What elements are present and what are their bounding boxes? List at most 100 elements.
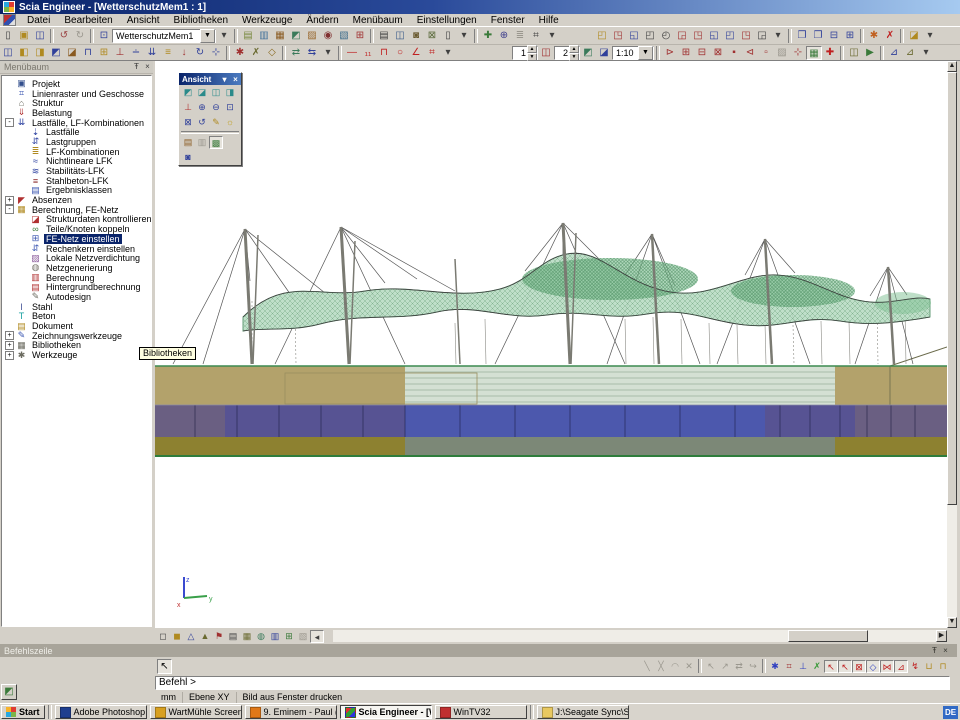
column-icon[interactable]: ◨ [32, 46, 48, 60]
polyline-mode-icon[interactable]: ╳ [654, 660, 668, 673]
light-icon[interactable]: ☼ [223, 116, 237, 129]
task-button-media-player[interactable]: 9. Eminem - Paul (Skit) - ... [245, 705, 337, 719]
calc-save-icon[interactable]: ◫ [846, 46, 862, 60]
tree-expander-icon[interactable]: - [5, 118, 14, 127]
clipboard-icon[interactable]: ▨ [304, 29, 320, 43]
view-more-icon[interactable]: ▾ [922, 29, 938, 43]
member-icon[interactable]: ◇ [264, 46, 280, 60]
tree-item-rechenkern-einstellen[interactable]: ⇵Rechenkern einstellen [2, 244, 151, 254]
mesh-edit-icon[interactable]: ⊟ [694, 46, 710, 60]
scroll-down-icon[interactable]: ▼ [947, 617, 957, 628]
tile-h-icon[interactable]: ❐ [810, 29, 826, 43]
view-frame-8-icon[interactable]: ◱ [706, 29, 722, 43]
selection-cursor-button[interactable]: ↖ [157, 659, 172, 674]
view-top-icon[interactable]: ◩ [181, 86, 195, 99]
scroll-left-mini-icon[interactable]: ◂ [310, 630, 324, 643]
tree-item-netzgenerierung[interactable]: ◍Netzgenerierung [2, 263, 151, 273]
tile-v-icon[interactable]: ⊟ [826, 29, 842, 43]
scroll-up-icon[interactable]: ▲ [947, 61, 957, 72]
menu-fenster[interactable]: Fenster [484, 14, 532, 27]
snap-arc-icon[interactable]: ↯ [908, 660, 922, 673]
arc-mode-icon[interactable]: ◠ [668, 660, 682, 673]
menu-ansicht[interactable]: Ansicht [120, 14, 167, 27]
snap-grid-icon[interactable]: ⌗ [782, 660, 796, 673]
view-frame-3-icon[interactable]: ◱ [626, 29, 642, 43]
check-more-icon[interactable]: ▾ [918, 46, 934, 60]
view-palette-header[interactable]: Ansicht ▾ × [179, 73, 241, 85]
view-frame-2-icon[interactable]: ◳ [610, 29, 626, 43]
start-button[interactable]: Start [1, 705, 45, 719]
undo-icon[interactable]: ↺ [56, 29, 72, 43]
project-window-icon[interactable]: ⊡ [96, 29, 112, 43]
new-view-icon[interactable]: ◪ [906, 29, 922, 43]
plane-indicator[interactable]: Ebene XY [183, 692, 237, 703]
rib-icon[interactable]: ⊓ [80, 46, 96, 60]
chevron-down-icon[interactable]: ▼ [638, 46, 653, 60]
layout-icon[interactable]: ⊞ [352, 29, 368, 43]
section-view-icon[interactable]: ▥ [268, 630, 282, 643]
point-c-icon[interactable]: ⇄ [732, 660, 746, 673]
snap-tol-icon[interactable]: ⊓ [936, 660, 950, 673]
draw-line-icon[interactable]: — [344, 46, 360, 60]
copy-props-icon[interactable]: ▤ [240, 29, 256, 43]
tree-item-lf-kombinationen[interactable]: ≣LF-Kombinationen [2, 147, 151, 157]
grid-gen-icon[interactable]: ⊞ [96, 46, 112, 60]
viewport-canvas[interactable]: z y x [155, 61, 947, 628]
menu-einstellungen[interactable]: Einstellungen [410, 14, 484, 27]
view-params-icon[interactable]: ◙ [181, 151, 195, 164]
combo-more-icon[interactable]: ▾ [216, 29, 232, 43]
show-supports-icon[interactable]: △ [184, 630, 198, 643]
swap-more-icon[interactable]: ▾ [320, 46, 336, 60]
task-button-folder[interactable]: J:\Seagate Sync\SyncRe... [537, 705, 629, 719]
document-icon[interactable]: ▯ [440, 29, 456, 43]
swap-b-icon[interactable]: ⇆ [304, 46, 320, 60]
close-icon[interactable]: × [230, 75, 241, 84]
view-frame-7-icon[interactable]: ◳ [690, 29, 706, 43]
draw-grid-icon[interactable]: ⌗ [424, 46, 440, 60]
show-mesh-icon[interactable]: ▦ [240, 630, 254, 643]
clean-icon[interactable]: ≣ [512, 29, 528, 43]
view-front-icon[interactable]: ◪ [195, 86, 209, 99]
layer-a-icon[interactable]: ◩ [580, 46, 596, 60]
vertical-scroll-thumb[interactable] [947, 72, 957, 505]
draw-angle-icon[interactable]: ∠ [408, 46, 424, 60]
copy-add-icon[interactable]: ▦ [272, 29, 288, 43]
show-labels-icon[interactable]: ⚑ [212, 630, 226, 643]
task-button-photoshop[interactable]: Adobe Photoshop CS3 E... [55, 705, 147, 719]
snap-ortho-icon[interactable]: ⊥ [796, 660, 810, 673]
task-button-wintv[interactable]: WinTV32 [435, 705, 527, 719]
line-load-icon[interactable]: ≡ [160, 46, 176, 60]
snapshot-icon[interactable]: ◙ [408, 29, 424, 43]
view-frame-10-icon[interactable]: ◳ [738, 29, 754, 43]
render-solid-icon[interactable]: ◼ [170, 630, 184, 643]
tree-expander-icon[interactable]: + [5, 196, 14, 205]
menu-bearbeiten[interactable]: Bearbeiten [57, 14, 119, 27]
close-icon[interactable]: × [142, 62, 153, 72]
support-icon[interactable]: ⊥ [112, 46, 128, 60]
preview-icon[interactable]: ◫ [392, 29, 408, 43]
tree-expander-icon[interactable]: + [5, 351, 14, 360]
draw-rect-icon[interactable]: ⊓ [376, 46, 392, 60]
render-wire-icon[interactable]: ◻ [156, 630, 170, 643]
tree-item-strukturdaten-kontrollieren[interactable]: ◪Strukturdaten kontrollieren [2, 215, 151, 225]
render-b-icon[interactable]: ▩ [209, 136, 223, 149]
line-mode-icon[interactable]: ╲ [640, 660, 654, 673]
snap-intersect-icon[interactable]: ⊠ [852, 660, 866, 673]
paste-props-icon[interactable]: ▥ [256, 29, 272, 43]
horizontal-scrollbar[interactable] [333, 630, 936, 642]
view-frame-4-icon[interactable]: ◰ [642, 29, 658, 43]
beam-icon[interactable]: ◧ [16, 46, 32, 60]
render-gray-icon[interactable]: ▥ [195, 136, 209, 149]
hinge-icon[interactable]: ∸ [128, 46, 144, 60]
spinner-arrows[interactable]: ▲▼ [527, 45, 537, 61]
point-a-icon[interactable]: ↖ [704, 660, 718, 673]
document-system-icon[interactable] [3, 14, 16, 26]
units-indicator[interactable]: mm [155, 692, 183, 703]
tree-item-nichtlineare-lfk[interactable]: ≈Nichtlineare LFK [2, 157, 151, 167]
language-indicator[interactable]: DE [943, 706, 958, 719]
spinner-arrows[interactable]: ▲▼ [569, 45, 579, 61]
mesh-add-icon[interactable]: ✚ [822, 46, 838, 60]
view-frame-1-icon[interactable]: ◰ [594, 29, 610, 43]
tree-item-lastf-lle[interactable]: ⇣Lastfälle [2, 127, 151, 137]
snap-midpoint-icon[interactable]: ↖ [838, 660, 852, 673]
